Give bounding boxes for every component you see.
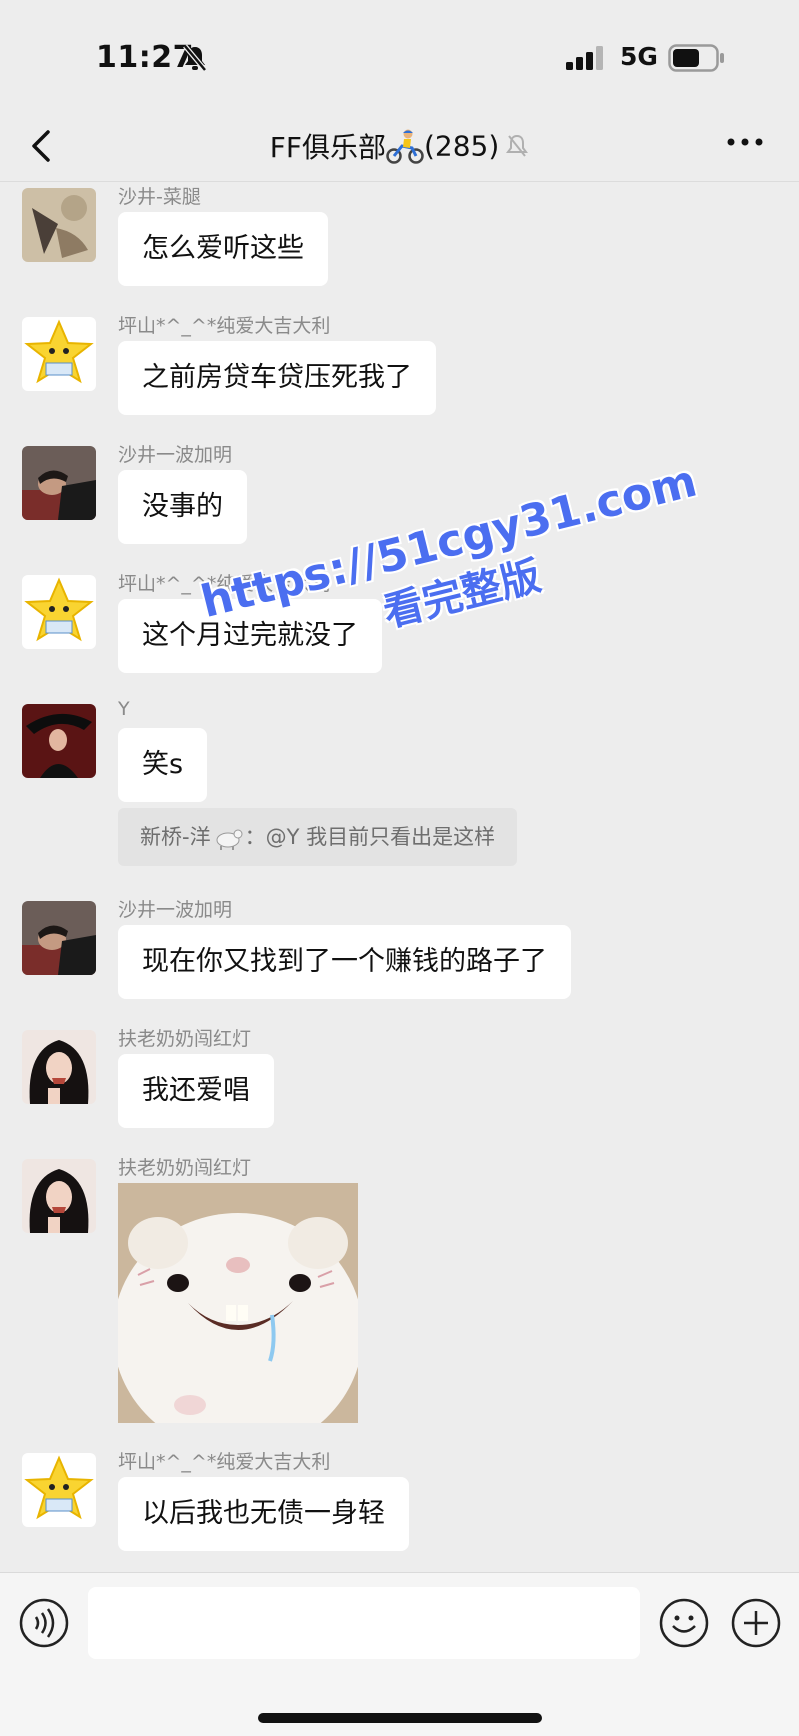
- goat-emoji-icon: [216, 829, 243, 850]
- sender-name: 沙井-菜腿: [118, 186, 201, 208]
- mute-bell-icon: [183, 44, 207, 72]
- avatar[interactable]: [22, 1030, 96, 1104]
- avatar[interactable]: [22, 1159, 96, 1233]
- chat-header: FF俱乐部 (285): [0, 110, 799, 182]
- message-bubble[interactable]: 我还爱唱: [118, 1054, 274, 1128]
- quoted-reply[interactable]: 新桥-洋 ：@Y 我目前只看出是这样: [118, 808, 518, 866]
- message-bubble[interactable]: 以后我也无债一身轻: [118, 1477, 409, 1551]
- avatar[interactable]: [22, 704, 96, 778]
- avatar[interactable]: [22, 188, 96, 262]
- status-time: 11:27: [96, 40, 194, 75]
- quote-text: @Y 我目前只看出是这样: [265, 825, 496, 849]
- voice-icon[interactable]: [18, 1597, 70, 1649]
- group-title[interactable]: FF俱乐部 (285): [0, 126, 799, 166]
- message-bubble[interactable]: 笑s: [118, 728, 208, 802]
- network-type: 5G: [620, 42, 658, 71]
- sender-name: 沙井一波加明: [118, 899, 233, 921]
- message-bubble[interactable]: 没事的: [118, 470, 247, 544]
- sender-name: 扶老奶奶闯红灯: [118, 1157, 252, 1179]
- quote-author: 新桥-洋: [140, 825, 211, 849]
- input-bar: [0, 1572, 799, 1736]
- bike-emoji-icon: [386, 129, 424, 164]
- message-bubble[interactable]: 之前房贷车贷压死我了: [118, 341, 436, 415]
- plus-icon[interactable]: [730, 1597, 782, 1649]
- avatar[interactable]: [22, 446, 96, 520]
- home-indicator[interactable]: [258, 1713, 542, 1723]
- avatar[interactable]: [22, 317, 96, 391]
- sender-name: 沙井一波加明: [118, 444, 233, 466]
- sender-name: Y: [118, 698, 130, 720]
- signal-icon: [566, 46, 603, 70]
- message-bubble[interactable]: 怎么爱听这些: [118, 212, 328, 286]
- watermark-overlay: https://51cgy31.com 看完整版: [190, 452, 721, 683]
- message-bubble[interactable]: 现在你又找到了一个赚钱的路子了: [118, 925, 571, 999]
- avatar[interactable]: [22, 575, 96, 649]
- battery-icon: [668, 44, 724, 72]
- status-bar: 11:27 5G: [0, 0, 799, 110]
- hamster-sticker-image[interactable]: [118, 1183, 358, 1423]
- sender-name: 坪山*^_^*纯爱大吉大利: [118, 315, 331, 337]
- avatar[interactable]: [22, 901, 96, 975]
- sender-name: 扶老奶奶闯红灯: [118, 1028, 252, 1050]
- more-icon[interactable]: [725, 132, 765, 152]
- emoji-icon[interactable]: [658, 1597, 710, 1649]
- avatar[interactable]: [22, 1453, 96, 1527]
- muted-group-icon: [506, 134, 529, 157]
- message-input[interactable]: [88, 1587, 640, 1659]
- sender-name: 坪山*^_^*纯爱大吉大利: [118, 1451, 331, 1473]
- group-name: FF俱乐部: [269, 131, 386, 164]
- member-count: (285): [423, 129, 500, 163]
